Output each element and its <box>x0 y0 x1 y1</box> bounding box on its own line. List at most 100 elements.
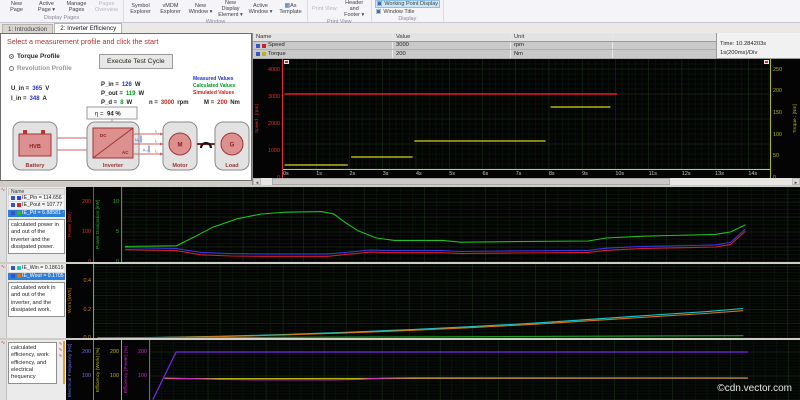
x-tick: 3s <box>383 171 389 177</box>
chart-plot-area[interactable] <box>94 264 800 338</box>
x-tick: 5s <box>449 171 455 177</box>
x-tick: 14s <box>748 171 757 177</box>
enabled-swatch <box>11 274 15 278</box>
ribbon-button[interactable]: ▦As Template <box>277 3 304 15</box>
row-handle[interactable]: ∿ <box>0 264 7 338</box>
legend-row[interactable]: IE_Pd= 6.88581∿ <box>8 210 65 218</box>
ribbon-button[interactable]: Header and Footer ▾ <box>341 0 368 18</box>
load-label: Load <box>225 163 238 169</box>
table-row[interactable]: Speed3000rpm <box>253 42 716 51</box>
radio-button-icon[interactable] <box>9 54 14 59</box>
ribbon-button-label: New Page <box>10 1 23 13</box>
table-row[interactable]: Torque200Nm <box>253 50 716 59</box>
row-handle[interactable]: ∿ <box>0 187 7 262</box>
axis-tick: 200 <box>773 88 782 94</box>
ribbon-button-label: Active Window ▾ <box>249 3 273 15</box>
signal-name: Torque <box>268 50 286 58</box>
ribbon-button[interactable]: New Display Element ▾ <box>217 0 244 18</box>
ribbon-button-label: As Template <box>279 3 301 15</box>
eta-value: 94 % <box>107 112 121 118</box>
ribbon-group-label: Print View <box>311 18 368 26</box>
ribbon-button[interactable]: vMDM Explorer <box>157 3 184 15</box>
enabled-swatch <box>11 203 15 207</box>
instruction-text: Select a measurement profile and click t… <box>7 37 158 46</box>
axis-tick: 0.4 <box>84 278 92 284</box>
speed-torque-chart: Speed : [rpm]01000200030004000 0s1s2s3s4… <box>253 59 800 178</box>
chart-plot-area[interactable] <box>122 187 800 262</box>
waveform-icon: ∿ <box>64 202 65 208</box>
x-tick: 8s <box>549 171 555 177</box>
scroll-right-arrow[interactable]: ► <box>792 178 800 185</box>
ribbon-button[interactable]: ▣Working Point Display <box>375 0 440 8</box>
signal-icon: ∿ <box>0 340 6 346</box>
color-swatch <box>262 52 266 56</box>
tab-1[interactable]: 1: Introduction <box>2 24 53 33</box>
enabled-swatch <box>256 52 260 56</box>
efficiency-legend: calculated efficiency, work efficiency, … <box>7 340 66 400</box>
ribbon-button[interactable]: Symbol Explorer <box>127 3 154 15</box>
radio-torque-profile[interactable]: Torque Profile <box>9 53 60 60</box>
motor-label: Motor <box>172 163 188 169</box>
ribbon-button-label: Header and Footer ▾ <box>344 0 364 18</box>
legend-calculated-values: Calculated Values <box>193 83 236 89</box>
ribbon-button[interactable]: New Page <box>3 1 30 13</box>
battery-label: Battery <box>26 163 46 169</box>
axis-tick: 50 <box>773 153 779 159</box>
ribbon-button[interactable]: Active Window ▾ <box>247 3 274 15</box>
inverter-label: Inverter <box>103 163 124 169</box>
color-swatch <box>262 44 266 48</box>
horizontal-scrollbar[interactable]: ◄ ► <box>253 178 800 185</box>
legend-row[interactable]: IE_Win= 0.18619∿ <box>8 265 65 273</box>
axis-tick: 100 <box>82 229 91 235</box>
svg-text:I₃: I₃ <box>155 150 158 154</box>
y-axis: Power Dissipation [kW]0510 <box>94 187 122 262</box>
axis-title: Efficiency (Power) [%] <box>122 340 131 400</box>
svg-text:HVB: HVB <box>29 144 41 150</box>
ribbon-button[interactable]: New Window ▾ <box>187 3 214 15</box>
execute-test-cycle-button[interactable]: Execute Test Cycle <box>99 54 173 69</box>
waveform-icon: ∿ <box>63 195 65 201</box>
x-tick: 6s <box>482 171 488 177</box>
work-description: calculated work in and out of the invert… <box>8 282 65 317</box>
svg-text:U₂₃: U₂₃ <box>143 148 149 152</box>
legend-row[interactable]: IE_Pin= 114.656∿ <box>8 195 65 203</box>
color-swatch <box>17 266 21 270</box>
marker-icon <box>764 60 769 64</box>
legend-row[interactable]: IE_Wout= 0.170515∿ <box>8 273 65 281</box>
legend-measured-values: Measured Values <box>193 76 234 82</box>
ribbon-button-label: Manage Pages <box>67 1 87 13</box>
color-swatch <box>17 211 21 215</box>
ribbon-group: Symbol ExplorervMDM ExplorerNew Window ▾… <box>124 0 308 22</box>
y-axes-left: Speed : [rpm]01000200030004000 <box>253 59 283 178</box>
scroll-left-arrow[interactable]: ◄ <box>253 178 261 185</box>
ribbon-group-label: Display Pages <box>3 14 120 22</box>
efficiency-row: ∿ calculated efficiency, work efficiency… <box>0 338 800 400</box>
scrollbar-thumb[interactable] <box>272 178 670 185</box>
x-tick: 12s <box>682 171 691 177</box>
ribbon: New Page Active Page ▾ Manage Pages Pages O… <box>0 0 800 23</box>
powertrain-diagram: η = 94 % HVB Battery DC AC Inverter <box>1 106 251 180</box>
color-swatch <box>17 196 21 200</box>
ribbon-button[interactable]: Pages Overview <box>93 1 120 13</box>
column-header: Unit <box>511 33 613 41</box>
ribbon-button[interactable]: Manage Pages <box>63 1 90 13</box>
enabled-swatch <box>11 196 15 200</box>
legend-row[interactable]: IE_Pout= 107.77∿ <box>8 202 65 210</box>
signal-icon: ∿ <box>58 353 62 359</box>
signal-name: IE_Wout <box>22 273 42 279</box>
watermark: ©cdn.vector.com <box>717 383 792 394</box>
chart-plot-area[interactable] <box>283 59 770 169</box>
time-box: Time: 10.284203s 1s(200ms)/Div <box>716 33 800 59</box>
tab-2[interactable]: 2: Inverter Efficiency <box>54 23 122 33</box>
chart-plot-area[interactable] <box>150 340 800 400</box>
row-handle[interactable]: ∿ <box>0 340 7 400</box>
signal-table-grid: NameValueUnitSpeed3000rpmTorque200Nm <box>253 33 716 59</box>
ribbon-button[interactable]: Active Page ▾ <box>33 1 60 13</box>
y-axis: Speed : [rpm]01000200030004000 <box>253 59 283 178</box>
collapsed-legend-scrollbar[interactable]: ∿ ∿ ∿ <box>58 341 65 384</box>
radio-revolution-profile[interactable]: Revolution Profile <box>9 65 72 72</box>
ribbon-group-label: Window <box>127 18 304 26</box>
radio-button-icon[interactable] <box>9 66 14 71</box>
ribbon-button[interactable]: Print View <box>311 6 338 12</box>
x-tick: 10s <box>615 171 624 177</box>
